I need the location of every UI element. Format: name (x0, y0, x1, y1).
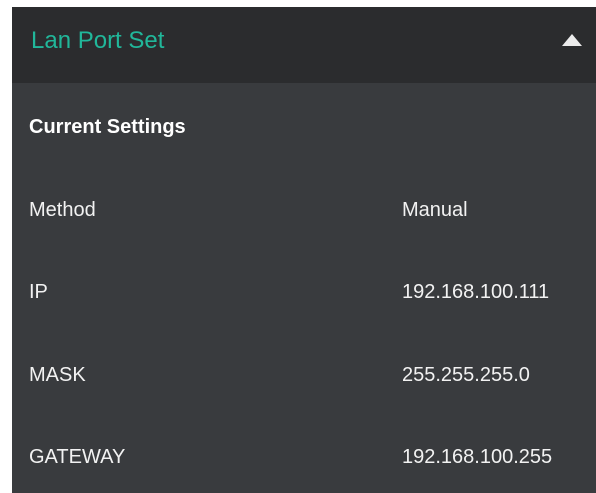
setting-label: MASK (29, 364, 86, 386)
setting-row-gateway: GATEWAY 192.168.100.255 (12, 437, 596, 477)
setting-value: 192.168.100.111 (402, 281, 550, 303)
setting-row-method: Method Manual (12, 190, 596, 230)
setting-value: 192.168.100.255 (402, 446, 553, 468)
setting-value: 255.255.255.0 (402, 364, 530, 386)
lan-port-set-panel: Lan Port Set Current Settings Method Man… (12, 7, 596, 493)
collapse-up-triangle-icon[interactable] (562, 34, 582, 46)
setting-label: GATEWAY (29, 446, 126, 468)
setting-label: IP (29, 281, 48, 303)
setting-row-mask: MASK 255.255.255.0 (12, 355, 596, 395)
panel-header[interactable]: Lan Port Set (12, 7, 596, 83)
panel-title: Lan Port Set (31, 27, 165, 54)
setting-row-ip: IP 192.168.100.111 (12, 272, 596, 312)
current-settings-heading: Current Settings (29, 116, 186, 138)
setting-value: Manual (402, 199, 468, 221)
setting-label: Method (29, 199, 96, 221)
